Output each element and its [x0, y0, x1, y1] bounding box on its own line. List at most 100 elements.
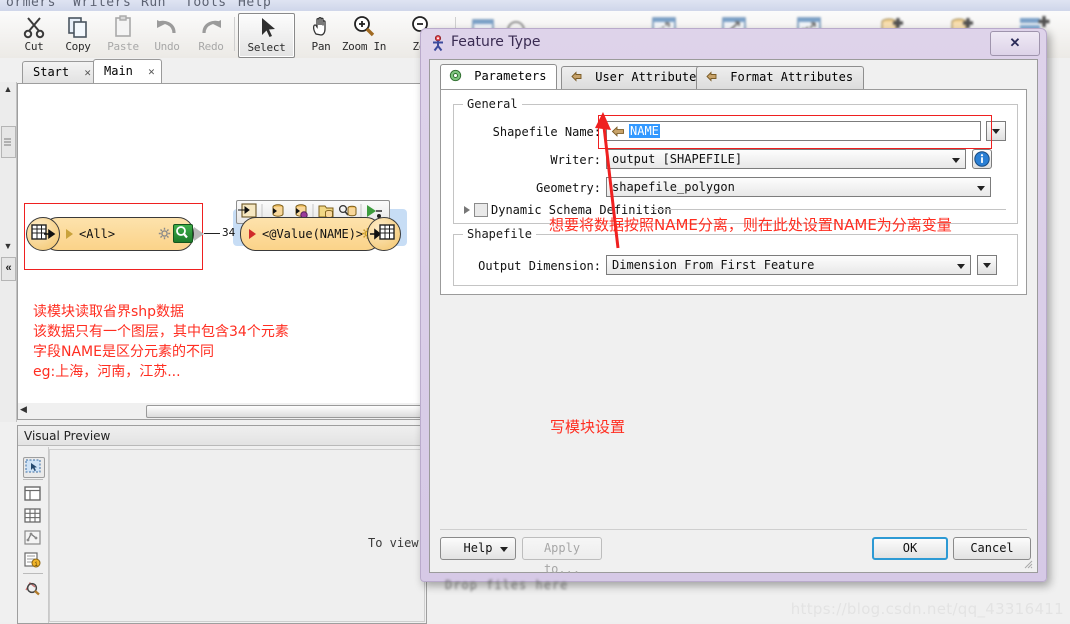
scroll-left-icon[interactable]: ◀	[20, 404, 27, 415]
menu-item-writers[interactable]: Writers	[73, 0, 131, 10]
connection-line-left	[204, 233, 220, 234]
output-dimension-value: Dimension From First Feature	[612, 258, 814, 272]
geometry-combobox[interactable]: shapefile_polygon	[606, 177, 991, 197]
toolbar-label-copy: Copy	[65, 40, 90, 53]
toolbar-button-zoom-in[interactable]: Zoom In	[333, 13, 395, 56]
output-dimension-dropdown-button[interactable]	[977, 255, 997, 275]
close-icon[interactable]: ✕	[84, 66, 91, 79]
visual-preview-placeholder: To view	[368, 536, 419, 550]
geometry-label: Geometry:	[476, 181, 601, 195]
play-triangle-icon	[66, 229, 73, 239]
application-window: ormers Writers Run Tools Help Cut	[0, 0, 1070, 622]
geometry-icon[interactable]	[23, 529, 43, 548]
toolbar-label-redo: Redo	[198, 40, 223, 53]
writer-label: Writer:	[476, 153, 601, 167]
magnifier-icon[interactable]	[173, 224, 193, 243]
zoom-in-icon	[333, 13, 395, 39]
menu-item-help[interactable]: Help	[238, 0, 271, 10]
resize-grip-icon[interactable]	[1023, 559, 1034, 570]
expander-triangle-icon[interactable]	[464, 206, 470, 214]
shapefile-group-caption: Shapefile	[463, 227, 536, 241]
reader-node-icon-cap[interactable]	[26, 217, 60, 251]
toolbar-label-pan: Pan	[312, 40, 331, 53]
rail-collapse-icon[interactable]: «	[1, 257, 16, 281]
visual-preview-body[interactable]: To view	[49, 449, 425, 622]
view-tab-main[interactable]: Main ✕	[93, 59, 162, 83]
menu-item-transformers[interactable]: ormers	[6, 0, 56, 10]
chevron-down-icon	[500, 547, 508, 552]
dialog-annotation-top: 想要将数据按照NAME分离，则在此处设置NAME为分离变量	[549, 215, 952, 235]
toolbar-label-paste: Paste	[107, 40, 139, 53]
dialog-title-text: Feature Type	[451, 34, 541, 50]
canvas-annotation-line-4: eg:上海，河南，江苏...	[33, 362, 181, 382]
toolbar-label-select: Select	[248, 41, 286, 54]
preview-select-icon[interactable]	[23, 457, 45, 478]
writer-info-button[interactable]	[972, 149, 992, 169]
dynamic-schema-checkbox[interactable]	[474, 203, 488, 217]
gear-icon	[449, 67, 462, 80]
menu-bar: ormers Writers Run Tools Help	[0, 0, 1070, 11]
apply-to-button-label: Apply to...	[544, 541, 580, 576]
toolbar-button-select[interactable]: Select	[238, 13, 295, 58]
apply-to-button[interactable]: Apply to...	[522, 537, 602, 560]
ok-button-label: OK	[903, 541, 917, 555]
cancel-button[interactable]: Cancel	[953, 537, 1031, 560]
view-tab-start[interactable]: Start ✕	[22, 61, 98, 83]
tab-user-attributes[interactable]: User Attributes	[561, 66, 715, 89]
cursor-arrow-icon	[239, 14, 294, 40]
toolbar-label-undo: Undo	[154, 40, 179, 53]
inspect-zoom-icon[interactable]	[23, 579, 43, 598]
visual-preview-title: Visual Preview	[18, 426, 426, 446]
shapefile-name-label: Shapefile Name:	[476, 125, 601, 139]
dialog-close-button[interactable]: ✕	[990, 31, 1040, 56]
writer-node-icon-cap[interactable]	[367, 217, 401, 251]
parameters-panel: General Shapefile Name: NAME Writer: out…	[440, 89, 1027, 295]
help-button[interactable]: Help	[440, 537, 516, 560]
dialog-annotation-center: 写模块设置	[550, 417, 625, 437]
reader-node-label: <All>	[79, 227, 115, 241]
canvas-scroll-thumb[interactable]	[146, 405, 428, 418]
menu-item-tools[interactable]: Tools	[185, 0, 227, 10]
gear-icon[interactable]	[158, 227, 171, 240]
close-icon[interactable]: ✕	[148, 65, 155, 78]
writer-node[interactable]: <@Value(NAME)>	[240, 217, 382, 251]
background-drop-hint: Drop files here	[445, 578, 568, 592]
writer-combobox[interactable]: output [SHAPEFILE]	[606, 149, 966, 169]
reader-output-port[interactable]	[194, 227, 204, 241]
menu-item-run[interactable]: Run	[141, 0, 166, 10]
tab-user-attributes-label: User Attributes	[595, 70, 703, 84]
tab-format-attributes-label: Format Attributes	[730, 70, 853, 84]
attribute-icon	[705, 69, 718, 82]
toolbar-label-cut: Cut	[25, 40, 44, 53]
chevron-down-icon	[977, 186, 985, 191]
dialog-title-bar[interactable]: Feature Type ✕	[421, 29, 1046, 57]
rail-scroll-thumb[interactable]	[1, 126, 16, 158]
geometry-value: shapefile_polygon	[612, 180, 735, 194]
view-tab-start-label: Start	[33, 65, 69, 79]
feature-count-label: 34	[222, 226, 235, 239]
reader-node[interactable]: <All>	[42, 217, 194, 251]
redo-arrow-icon	[185, 13, 237, 39]
toolbar-label-zoom-in: Zoom In	[342, 40, 386, 53]
visual-preview-panel: Visual Preview	[17, 425, 427, 624]
canvas-horizontal-scrollbar[interactable]: ◀	[17, 403, 427, 420]
rail-scroll-up-icon[interactable]: ▲	[2, 83, 14, 95]
workflow-canvas[interactable]: <All>	[17, 83, 427, 407]
writer-value: output [SHAPEFILE]	[612, 152, 742, 166]
feature-info-icon[interactable]: i	[23, 551, 43, 570]
shapefile-name-highlight-box	[598, 115, 992, 149]
rail-scroll-down-icon[interactable]: ▼	[2, 240, 14, 252]
canvas-annotation-line-3: 字段NAME是区分元素的不同	[33, 342, 214, 362]
feature-type-dialog: Feature Type ✕ Parameters Us	[420, 28, 1047, 582]
chevron-down-icon	[952, 158, 960, 163]
ok-button[interactable]: OK	[872, 537, 948, 560]
output-dimension-combobox[interactable]: Dimension From First Feature	[606, 255, 971, 275]
tab-format-attributes[interactable]: Format Attributes	[696, 66, 864, 89]
tab-parameters[interactable]: Parameters	[440, 64, 557, 89]
view-tab-main-label: Main	[104, 64, 133, 78]
chevron-down-icon	[992, 129, 1000, 134]
toolbar-button-redo[interactable]: Redo	[185, 13, 237, 56]
layout-panel-icon[interactable]	[23, 485, 43, 504]
canvas-annotation-line-2: 该数据只有一个图层，其中包含34个元素	[33, 322, 289, 342]
table-grid-icon[interactable]	[23, 507, 43, 526]
